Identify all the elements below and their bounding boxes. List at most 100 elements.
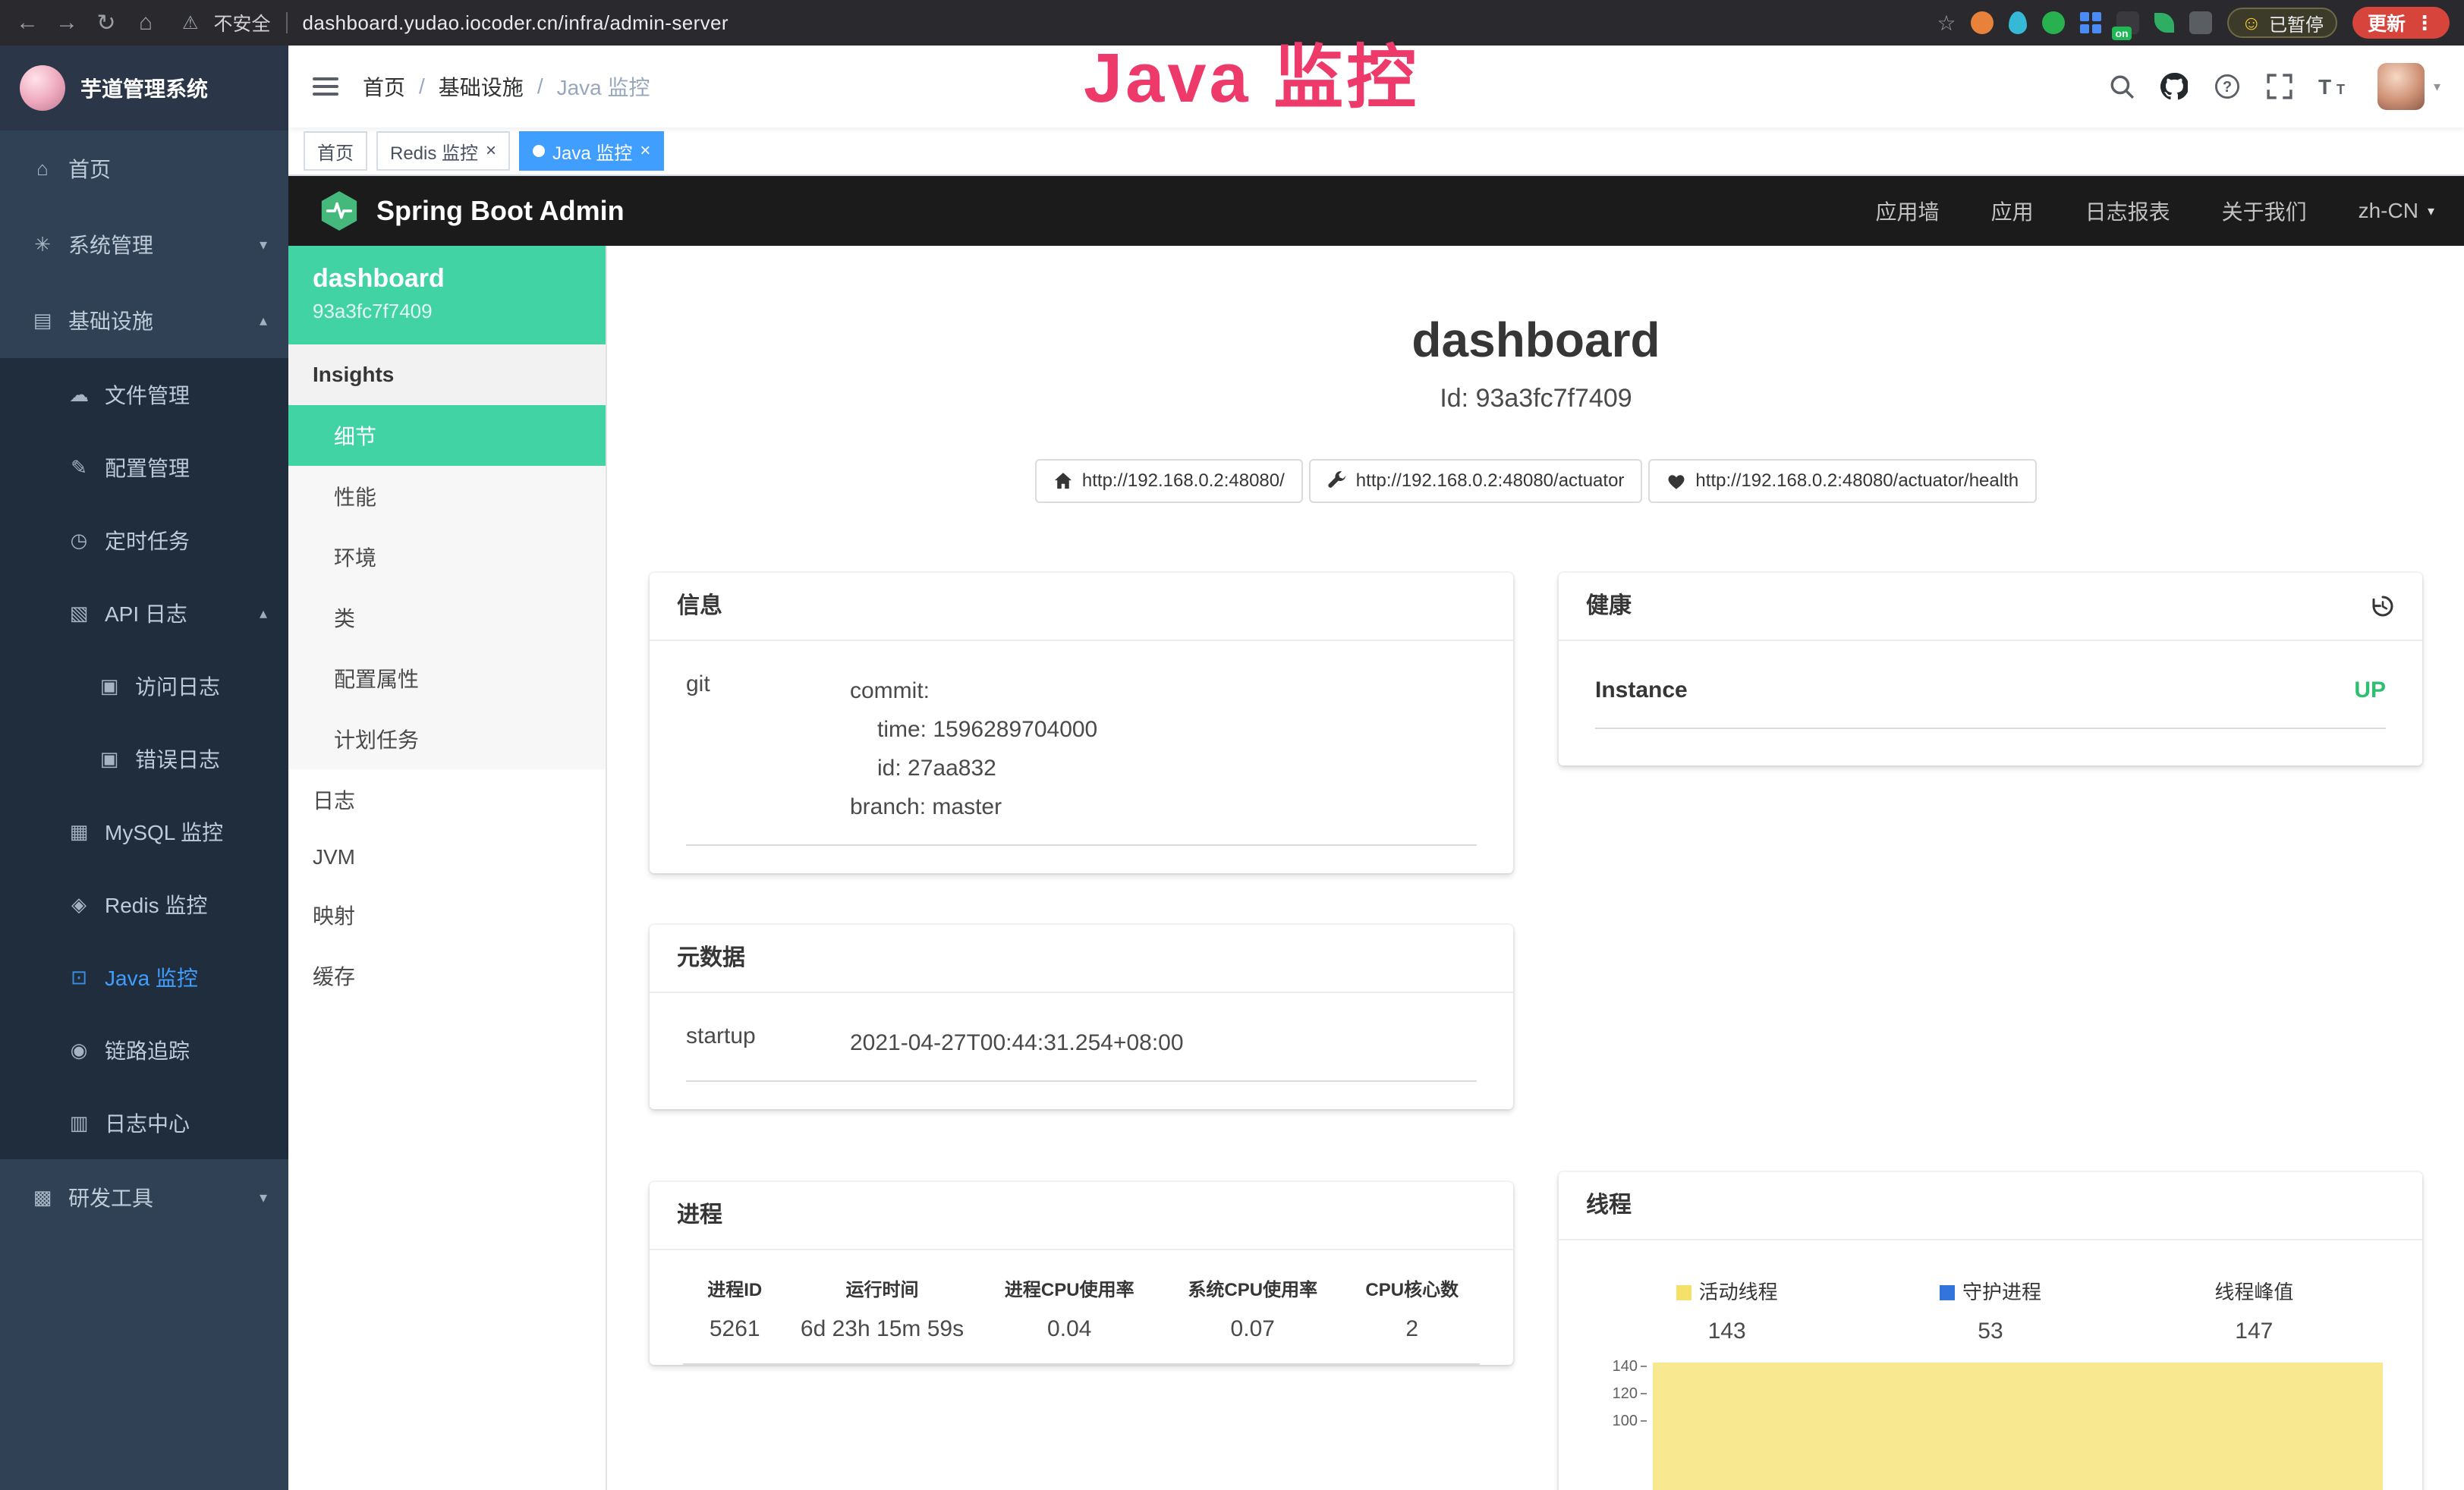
api-log-icon: ▧ (67, 602, 91, 625)
extension-icon-leaf[interactable] (2154, 13, 2174, 33)
health-instance-label: Instance (1595, 677, 1688, 703)
actuator-url-button[interactable]: http://192.168.0.2:48080/actuator (1309, 459, 1643, 503)
legend-swatch-live (1676, 1285, 1691, 1300)
process-uptime: 6d 23h 15m 59s (787, 1316, 978, 1364)
sidebar-item-log-center[interactable]: ▥ 日志中心 (0, 1086, 288, 1159)
tab-home[interactable]: 首页 (304, 131, 367, 171)
sidebar-item-error-logs[interactable]: ▣ 错误日志 (0, 722, 288, 795)
log-center-icon: ▥ (67, 1111, 91, 1135)
locale-selector[interactable]: zh-CN ▾ (2359, 199, 2434, 223)
sidebar-item-redis-monitor[interactable]: ◈ Redis 监控 (0, 868, 288, 941)
extension-icon-orange[interactable] (1971, 11, 1994, 34)
extension-icon-dark[interactable]: on (2116, 11, 2139, 34)
font-size-icon[interactable]: TT (2318, 74, 2352, 99)
sba-menu-jvm[interactable]: JVM (288, 830, 606, 885)
sba-menu-mappings[interactable]: 映射 (288, 885, 606, 945)
search-icon[interactable] (2109, 74, 2135, 99)
home-icon: ⌂ (30, 157, 55, 181)
service-url-button[interactable]: http://192.168.0.2:48080/ (1035, 459, 1303, 503)
sidebar-item-label: 首页 (68, 153, 111, 184)
process-column-header: 进程CPU使用率 (978, 1275, 1162, 1316)
sba-nav-applications[interactable]: 应用 (1991, 196, 2034, 226)
sidebar-item-config-mgmt[interactable]: ✎ 配置管理 (0, 431, 288, 504)
extensions-puzzle-icon[interactable] (2189, 11, 2212, 34)
sidebar-item-label: 文件管理 (105, 379, 190, 410)
sidebar-item-trace[interactable]: ◉ 链路追踪 (0, 1014, 288, 1086)
sidebar-item-mysql-monitor[interactable]: ▦ MySQL 监控 (0, 795, 288, 868)
tab-redis-monitor[interactable]: Redis 监控 × (376, 131, 510, 171)
app-title: 芋道管理系统 (80, 73, 208, 103)
sba-nav-wall[interactable]: 应用墙 (1876, 196, 1940, 226)
locale-label: zh-CN (2359, 199, 2418, 223)
process-pid: 5261 (683, 1316, 787, 1364)
sidebar-item-file-mgmt[interactable]: ☁ 文件管理 (0, 358, 288, 431)
sidebar-item-access-logs[interactable]: ▣ 访问日志 (0, 649, 288, 722)
sidebar-item-dev-tools[interactable]: ▩ 研发工具 ▾ (0, 1159, 288, 1235)
forward-icon[interactable]: → (55, 10, 79, 36)
sba-menu-details[interactable]: 细节 (288, 405, 606, 466)
sidebar-item-system-mgmt[interactable]: ✳ 系统管理 ▾ (0, 206, 288, 282)
sidebar-item-label: MySQL 监控 (105, 816, 223, 847)
sba-menu-logs[interactable]: 日志 (288, 769, 606, 830)
process-card: 进程 进程ID 运行时间 (650, 1182, 1513, 1365)
browser-home-icon[interactable]: ⌂ (134, 10, 158, 36)
app-logo[interactable]: 芋道管理系统 (0, 46, 288, 130)
insights-section-label: Insights (288, 344, 606, 405)
help-icon[interactable]: ? (2214, 73, 2241, 100)
sidebar-item-java-monitor[interactable]: ⊡ Java 监控 (0, 941, 288, 1014)
sidebar-item-home[interactable]: ⌂ 首页 (0, 130, 288, 206)
info-git-row: git commit: time: 1596289704000 id: 27aa… (686, 671, 1477, 846)
sba-brand-title: Spring Boot Admin (376, 195, 625, 227)
extension-icon-grid[interactable] (2080, 12, 2101, 33)
y-axis-tick: 140 (1595, 1358, 1638, 1375)
instance-header[interactable]: dashboard 93a3fc7f7409 (288, 246, 606, 344)
legend-value: 147 (2123, 1319, 2386, 1344)
user-avatar (2377, 63, 2425, 110)
sidebar-item-infrastructure[interactable]: ▤ 基础设施 ▴ (0, 282, 288, 358)
sba-nav-journal[interactable]: 日志报表 (2085, 196, 2170, 226)
address-url[interactable]: dashboard.yudao.iocoder.cn/infra/admin-s… (303, 11, 729, 35)
sba-nav-about[interactable]: 关于我们 (2222, 196, 2307, 226)
sba-logo-icon (319, 189, 360, 233)
breadcrumb-separator: / (537, 74, 543, 99)
refresh-icon[interactable]: ↻ (94, 10, 118, 36)
close-icon[interactable]: × (640, 142, 650, 160)
sba-menu-classes[interactable]: 类 (288, 587, 606, 648)
sba-menu-metrics[interactable]: 性能 (288, 466, 606, 527)
sba-menu-caches[interactable]: 缓存 (288, 945, 606, 1006)
profile-paused-badge[interactable]: ☺ 已暂停 (2227, 8, 2337, 38)
sidebar-item-api-logs[interactable]: ▧ API 日志 ▴ (0, 577, 288, 649)
infrastructure-submenu: ☁ 文件管理 ✎ 配置管理 ◷ 定时任务 ▧ API 日志 ▴ ▣ (0, 358, 288, 1159)
user-menu[interactable]: ▾ (2377, 63, 2440, 110)
breadcrumb-infrastructure[interactable]: 基础设施 (439, 71, 524, 102)
card-title: 线程 (1586, 1192, 1632, 1219)
breadcrumb-home[interactable]: 首页 (363, 71, 405, 102)
update-button[interactable]: 更新 ⋮ (2352, 7, 2450, 39)
browser-menu-icon[interactable]: ⋮ (2415, 11, 2434, 35)
sidebar-item-scheduled-jobs[interactable]: ◷ 定时任务 (0, 504, 288, 577)
process-column-header: 系统CPU使用率 (1161, 1275, 1345, 1316)
bookmark-star-icon[interactable]: ☆ (1937, 11, 1956, 36)
tab-java-monitor[interactable]: Java 监控 × (519, 131, 664, 171)
extension-icon-green[interactable] (2042, 11, 2065, 34)
instance-details: dashboard Id: 93a3fc7f7409 http://192.16… (607, 246, 2464, 1490)
health-url-button[interactable]: http://192.168.0.2:48080/actuator/health (1648, 459, 2037, 503)
github-icon[interactable] (2160, 73, 2188, 100)
close-icon[interactable]: × (486, 142, 496, 160)
fullscreen-icon[interactable] (2267, 74, 2292, 99)
hamburger-icon[interactable] (313, 77, 338, 96)
history-icon[interactable] (2371, 594, 2395, 618)
instance-links: http://192.168.0.2:48080/ http://192.168… (650, 459, 2422, 503)
sba-menu-environment[interactable]: 环境 (288, 527, 606, 587)
error-log-icon: ▣ (97, 747, 121, 771)
logo-avatar (20, 65, 65, 111)
file-cloud-icon: ☁ (67, 383, 91, 407)
card-title: 进程 (677, 1202, 722, 1229)
sba-brand[interactable]: Spring Boot Admin (319, 189, 625, 233)
y-axis-tick: 120 (1595, 1385, 1638, 1403)
back-icon[interactable]: ← (15, 10, 39, 36)
sba-menu-scheduled-tasks[interactable]: 计划任务 (288, 709, 606, 769)
extension-icon-drop[interactable] (2009, 11, 2027, 34)
security-warning-label[interactable]: 不安全 (214, 9, 271, 36)
sba-menu-config-props[interactable]: 配置属性 (288, 648, 606, 709)
